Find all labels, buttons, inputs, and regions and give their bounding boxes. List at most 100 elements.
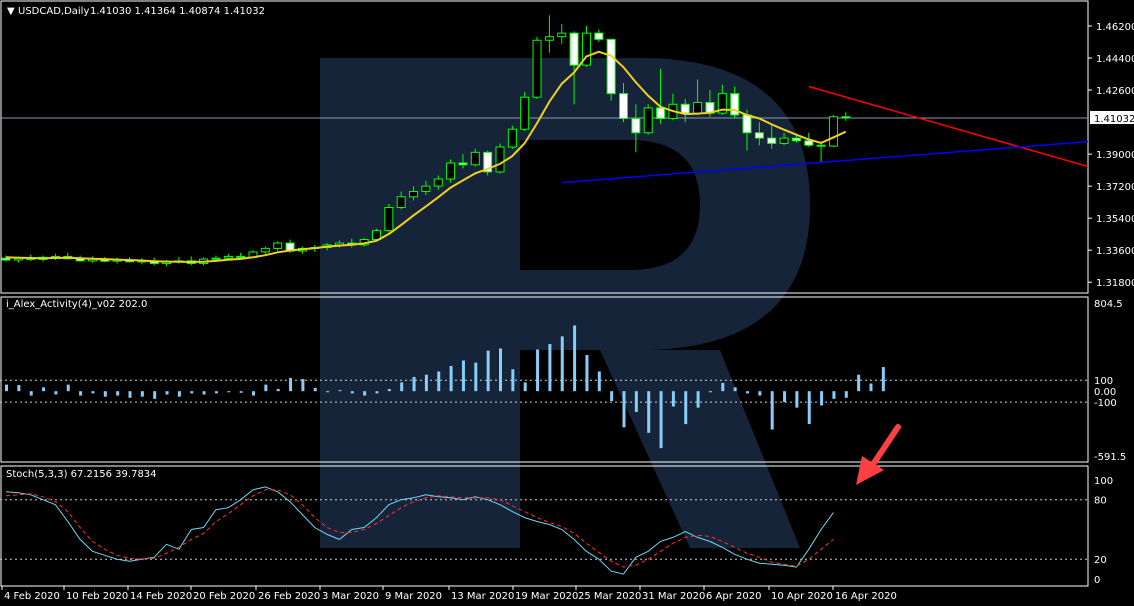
candle-body bbox=[557, 32, 567, 38]
activity-bar bbox=[573, 325, 577, 392]
activity-bar bbox=[412, 376, 416, 392]
candle-body bbox=[680, 103, 690, 114]
pane-border-2 bbox=[0, 465, 1089, 587]
activity-bar bbox=[276, 388, 280, 392]
trendline bbox=[561, 140, 1089, 184]
candle-body bbox=[594, 32, 604, 40]
activity-bar bbox=[177, 391, 181, 397]
x-tick-label: 9 Mar 2020 bbox=[385, 591, 442, 602]
candle-body bbox=[1, 257, 11, 261]
activity-bar bbox=[684, 391, 688, 425]
activity-bar bbox=[116, 391, 120, 396]
candle-body bbox=[693, 102, 703, 114]
activity-bar bbox=[597, 371, 601, 392]
activity-bar bbox=[647, 391, 651, 433]
candle-body bbox=[223, 255, 233, 259]
candle-body bbox=[606, 38, 616, 95]
candle-body bbox=[779, 137, 789, 144]
candle-body bbox=[767, 137, 777, 144]
candle-body bbox=[532, 39, 542, 98]
activity-bar bbox=[511, 369, 515, 392]
candle-body bbox=[520, 96, 530, 130]
activity-bar bbox=[560, 336, 564, 392]
x-tick-label: 4 Feb 2020 bbox=[4, 591, 60, 602]
activity-bar bbox=[190, 391, 194, 394]
x-tick-label: 10 Feb 2020 bbox=[66, 591, 128, 602]
activity-bar bbox=[733, 387, 737, 392]
stoch-tick-label: 20 bbox=[1094, 555, 1107, 566]
price-tick-label: 1.46200 bbox=[1096, 22, 1134, 33]
activity-bar bbox=[165, 391, 169, 395]
activity-bar bbox=[548, 344, 552, 392]
activity-bar bbox=[844, 391, 848, 398]
activity-bar bbox=[375, 391, 379, 394]
candle-body bbox=[656, 107, 666, 120]
activity-bar bbox=[103, 391, 107, 397]
activity-bar bbox=[350, 391, 354, 394]
activity-tick-label: 0.00 bbox=[1094, 387, 1116, 398]
activity-bar bbox=[721, 382, 725, 392]
activity-bar bbox=[153, 391, 157, 399]
activity-bar bbox=[536, 349, 540, 392]
activity-bar bbox=[486, 350, 490, 392]
activity-bar bbox=[881, 367, 885, 392]
candle-body bbox=[816, 144, 826, 147]
symbol-dropdown-icon[interactable]: ▼ bbox=[7, 6, 15, 17]
activity-tick-label: 100 bbox=[1094, 376, 1113, 387]
activity-bar bbox=[474, 362, 478, 392]
activity-bar bbox=[313, 387, 317, 392]
x-tick-label: 13 Mar 2020 bbox=[451, 591, 514, 602]
activity-tick-label: 804.5 bbox=[1094, 299, 1123, 310]
price-pane[interactable]: 1.46200 1.44400 1.42600 1.39000 1.37200 1.354… bbox=[0, 0, 1134, 294]
candle-body bbox=[754, 132, 764, 139]
activity-bar bbox=[659, 391, 663, 449]
price-tick-label: 1.31800 bbox=[1096, 278, 1134, 289]
trendline bbox=[808, 85, 1089, 168]
x-tick-label: 25 Mar 2020 bbox=[578, 591, 641, 602]
candle-body bbox=[804, 140, 814, 146]
activity-bar bbox=[820, 391, 824, 406]
candle-body bbox=[828, 116, 838, 147]
activity-bar bbox=[585, 355, 589, 392]
activity-indicator-label: i_Alex_Activity(4)_v02 202.0 bbox=[6, 299, 147, 310]
arrow-head bbox=[856, 456, 884, 485]
activity-bar bbox=[400, 382, 404, 392]
activity-tick-label: -100 bbox=[1094, 398, 1117, 409]
activity-bar bbox=[91, 391, 95, 394]
activity-bar bbox=[140, 391, 144, 397]
activity-bar bbox=[239, 391, 243, 393]
activity-bar bbox=[437, 371, 441, 392]
candle-body bbox=[396, 196, 406, 208]
x-axis: 4 Feb 2020 10 Feb 2020 14 Feb 2020 20 Feb 2… bbox=[1, 586, 897, 602]
candle-body bbox=[236, 255, 246, 258]
activity-bar bbox=[42, 387, 46, 392]
activity-bar bbox=[202, 391, 206, 395]
activity-bar bbox=[227, 391, 231, 393]
activity-bar bbox=[708, 391, 712, 393]
candle-body bbox=[507, 128, 517, 148]
activity-bar bbox=[17, 385, 21, 392]
activity-bar bbox=[79, 391, 83, 396]
activity-bar bbox=[770, 391, 774, 430]
candle-body bbox=[458, 162, 468, 166]
activity-bar bbox=[264, 384, 268, 392]
activity-bar bbox=[301, 379, 305, 392]
activity-bar bbox=[461, 360, 465, 392]
stochastic-pane[interactable]: 100 80 20 0 bbox=[0, 465, 1113, 587]
activity-bar bbox=[252, 391, 255, 396]
ohlc-label: 1.41030 1.41364 1.40874 1.41032 bbox=[90, 6, 265, 17]
activity-bar bbox=[795, 391, 799, 408]
price-tick-label: 1.42600 bbox=[1096, 86, 1134, 97]
candle-body bbox=[273, 242, 283, 249]
activity-bar bbox=[128, 391, 132, 398]
activity-bar bbox=[5, 384, 8, 392]
x-tick-label: 16 Apr 2020 bbox=[835, 591, 897, 602]
activity-bar bbox=[783, 391, 787, 403]
activity-bar bbox=[66, 384, 70, 392]
activity-bar bbox=[807, 391, 811, 425]
activity-bar bbox=[499, 348, 502, 392]
stoch-tick-label: 100 bbox=[1094, 476, 1113, 487]
candle-body bbox=[569, 32, 579, 66]
price-tick-label: 1.44400 bbox=[1096, 54, 1134, 65]
stoch-tick-label: 0 bbox=[1094, 575, 1100, 586]
